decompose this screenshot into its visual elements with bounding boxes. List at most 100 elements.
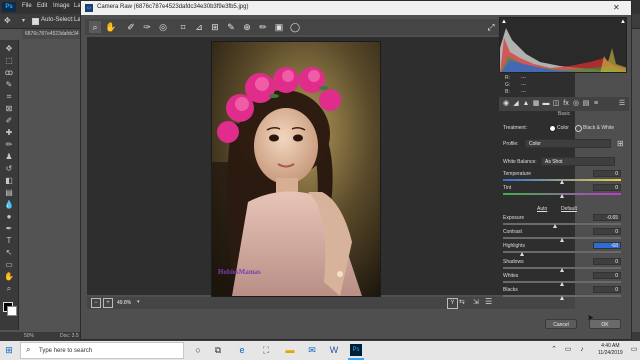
blur-icon[interactable]: 💧: [4, 200, 14, 209]
auto-select-checkbox[interactable]: [32, 18, 39, 25]
pen-icon[interactable]: ✒: [4, 224, 14, 233]
word-icon[interactable]: W: [328, 344, 340, 356]
notification-icon[interactable]: ▭: [628, 344, 640, 356]
detail-icon[interactable]: ▲: [521, 99, 531, 109]
brush-icon[interactable]: ✏: [4, 140, 14, 149]
task-view-icon[interactable]: ⧉: [212, 344, 224, 356]
slider-thumb[interactable]: [553, 224, 557, 228]
slider-value-field[interactable]: 0: [593, 228, 621, 235]
split-toning-icon[interactable]: ▬: [541, 99, 551, 109]
adjustment-brush-icon[interactable]: ✏: [257, 21, 269, 33]
default-link[interactable]: Default: [561, 206, 577, 212]
gradient-icon[interactable]: ▤: [4, 188, 14, 197]
file-explorer-icon[interactable]: ▬: [284, 344, 296, 356]
network-icon[interactable]: ▭: [562, 344, 574, 356]
history-brush-icon[interactable]: ↺: [4, 164, 14, 173]
calibration-icon[interactable]: ◎: [571, 99, 581, 109]
treatment-bw-radio[interactable]: [575, 125, 582, 132]
preferences-icon[interactable]: ☰: [485, 297, 492, 306]
dodge-icon[interactable]: ●: [4, 212, 14, 221]
slider-value-field[interactable]: -0.65: [593, 214, 621, 221]
shadow-clip-icon[interactable]: ▲: [501, 19, 507, 25]
slider-value-field[interactable]: 0: [593, 184, 621, 191]
cortana-icon[interactable]: ○: [192, 344, 204, 356]
slider-thumb[interactable]: [520, 252, 524, 256]
profile-select[interactable]: Color: [525, 139, 611, 148]
edge-icon[interactable]: e: [236, 344, 248, 356]
basic-panel-icon[interactable]: ◉: [501, 99, 511, 109]
fullscreen-icon[interactable]: ⤢: [485, 21, 497, 33]
tray-chevron-icon[interactable]: ⌃: [548, 344, 560, 356]
zoom-out-icon[interactable]: −: [91, 298, 101, 308]
document-tab[interactable]: 6876c787e4523dafdc34: [22, 29, 87, 39]
snapshots-icon[interactable]: ≡: [591, 99, 601, 109]
healing-icon[interactable]: ✚: [4, 128, 14, 137]
white-balance-icon[interactable]: ✐: [125, 21, 137, 33]
menu-edit[interactable]: Edit: [37, 3, 47, 9]
white-balance-select[interactable]: As Shot: [541, 157, 615, 166]
profile-browser-icon[interactable]: ⊞: [617, 139, 624, 148]
stamp-icon[interactable]: ♟: [4, 152, 14, 161]
slider-value-field[interactable]: 0: [593, 258, 621, 265]
graduated-filter-icon[interactable]: ▣: [273, 21, 285, 33]
type-icon[interactable]: T: [4, 236, 14, 245]
spot-removal-icon[interactable]: ✎: [225, 21, 237, 33]
zoom-tool-icon[interactable]: ⌕: [89, 21, 101, 33]
radial-filter-icon[interactable]: ◯: [289, 21, 301, 33]
panel-menu-icon[interactable]: ☰: [617, 99, 627, 109]
slider-value-field[interactable]: 0: [593, 170, 621, 177]
slider-thumb[interactable]: [560, 282, 564, 286]
slider-thumb[interactable]: [560, 238, 564, 242]
menu-file[interactable]: File: [22, 3, 32, 9]
auto-link[interactable]: Auto: [537, 206, 547, 212]
close-icon[interactable]: ✕: [613, 3, 620, 12]
mail-icon[interactable]: ✉: [306, 344, 318, 356]
transform-icon[interactable]: ⊞: [209, 21, 221, 33]
red-eye-icon[interactable]: ⊕: [241, 21, 253, 33]
cancel-button[interactable]: Cancel: [545, 319, 577, 329]
crop-tool-icon[interactable]: ⌗: [177, 21, 189, 33]
copy-settings-icon[interactable]: ⇲: [473, 298, 479, 306]
zoom-icon[interactable]: ⌕: [4, 284, 14, 293]
slider-thumb[interactable]: [560, 268, 564, 272]
hand-tool-icon[interactable]: ✋: [105, 21, 117, 33]
effects-icon[interactable]: fx: [561, 99, 571, 109]
marquee-icon[interactable]: ⬚: [4, 56, 14, 65]
lens-icon[interactable]: ◫: [551, 99, 561, 109]
slider-track[interactable]: [503, 223, 621, 225]
slider-thumb[interactable]: [560, 296, 564, 300]
swap-icon[interactable]: ⇆: [459, 298, 465, 306]
before-after-icon[interactable]: Y: [447, 298, 458, 309]
photoshop-taskbar-icon[interactable]: Ps: [350, 344, 362, 356]
zoom-in-icon[interactable]: +: [103, 298, 113, 308]
hand-icon[interactable]: ✋: [4, 272, 14, 281]
move-icon[interactable]: ✥: [4, 44, 14, 53]
slider-value-field[interactable]: 0: [593, 286, 621, 293]
path-select-icon[interactable]: ↖: [4, 248, 14, 257]
slider-thumb[interactable]: [560, 194, 564, 198]
lasso-icon[interactable]: ꝏ: [4, 68, 14, 77]
eraser-icon[interactable]: ◧: [4, 176, 14, 185]
crop-icon[interactable]: ⌗: [4, 92, 14, 101]
highlight-clip-icon[interactable]: ▲: [620, 19, 626, 25]
shape-icon[interactable]: ▭: [4, 260, 14, 269]
presets-icon[interactable]: ▤: [581, 99, 591, 109]
target-adjust-icon[interactable]: ◎: [157, 21, 169, 33]
background-color-swatch[interactable]: [7, 306, 17, 316]
volume-icon[interactable]: ♪: [576, 344, 588, 356]
move-tool-icon[interactable]: ✥: [4, 16, 11, 25]
treatment-color-radio[interactable]: [549, 125, 556, 132]
store-icon[interactable]: ⛶: [260, 344, 272, 356]
zoom-dropdown-icon[interactable]: ▾: [137, 299, 140, 305]
taskbar-search[interactable]: ⌕ Type here to search: [20, 342, 184, 359]
color-sampler-icon[interactable]: ✑: [141, 21, 153, 33]
clock[interactable]: 4:40 AM 11/24/2019: [598, 343, 623, 357]
menu-image[interactable]: Image: [53, 3, 70, 9]
frame-icon[interactable]: ⊠: [4, 104, 14, 113]
eyedropper-icon[interactable]: ✐: [4, 116, 14, 125]
tone-curve-icon[interactable]: ◢: [511, 99, 521, 109]
dropdown-icon[interactable]: ▾: [22, 17, 25, 24]
quick-select-icon[interactable]: ✎: [4, 80, 14, 89]
slider-value-field[interactable]: 0: [593, 272, 621, 279]
slider-thumb[interactable]: [560, 180, 564, 184]
